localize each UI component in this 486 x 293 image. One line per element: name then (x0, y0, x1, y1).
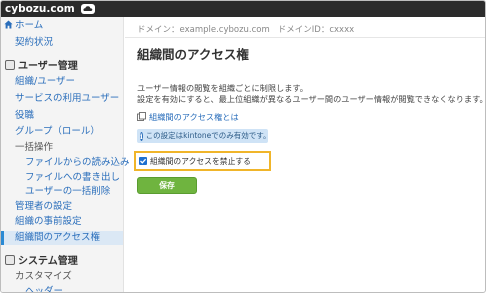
domain-label: ドメイン：example.cybozu.com (137, 25, 270, 35)
disable-access-checkbox[interactable] (139, 157, 147, 165)
sidebar-item-export[interactable]: ファイルへの書き出し (25, 171, 123, 185)
user-admin-icon (5, 60, 15, 70)
notice-text: この設定はkintoneでのみ有効です。 (145, 131, 271, 140)
sidebar-item-bulk-delete[interactable]: ユーザーの一括削除 (25, 185, 123, 199)
sidebar: ホーム 契約状況 ユーザー管理 組織/ユーザー サービスの利用ユーザー 役職 グ… (1, 17, 130, 292)
main-content: ドメイン：example.cybozu.com ドメインID：cxxxx 組織間の… (125, 17, 486, 292)
sidebar-item-org-users[interactable]: 組織/ユーザー (15, 75, 123, 89)
sidebar-item-import[interactable]: ファイルからの読み込み (25, 156, 130, 170)
sidebar-item-label: ホーム (15, 20, 44, 31)
description: ユーザー情報の閲覧を組織ごとに制限します。 設定を有効にすると、最上位組織が異な… (137, 83, 486, 105)
cybozu-logo[interactable]: cybozu.com (5, 3, 75, 15)
app-window: cybozu.com ホーム 契約状況 ユーザー管理 組織/ユーザー サービスの… (0, 0, 486, 293)
sidebar-item-admins[interactable]: 管理者の設定 (15, 200, 123, 214)
sidebar-item-customize: カスタマイズ (15, 271, 72, 282)
page-title: 組織間のアクセス権 (137, 47, 249, 62)
description-line: 設定を有効にすると、最上位組織が異なるユーザー間のユーザー情報が閲覧できなくなり… (137, 94, 486, 104)
sidebar-item-contract[interactable]: 契約状況 (15, 36, 123, 50)
sidebar-item-org-access[interactable]: 組織間のアクセス権 (1, 231, 123, 245)
document-icon (137, 111, 146, 123)
sidebar-item-groups[interactable]: グループ（ロール） (15, 125, 123, 139)
home-icon (4, 20, 13, 34)
sidebar-item-positions[interactable]: 役職 (15, 109, 123, 123)
top-bar: cybozu.com (1, 1, 485, 17)
help-link[interactable]: 組織間のアクセス権とは (137, 111, 239, 123)
system-management-section: システム管理 (5, 255, 127, 269)
sidebar-item-org-presets[interactable]: 組織の事前設定 (15, 215, 123, 229)
save-button[interactable]: 保存 (137, 177, 197, 194)
kintone-notice: i この設定はkintoneでのみ有効です。 (137, 129, 271, 143)
help-link-label: 組織間のアクセス権とは (149, 112, 239, 122)
sidebar-item-home[interactable]: ホーム (4, 19, 126, 33)
divider (125, 37, 485, 38)
sidebar-item-label: 組織間のアクセス権 (15, 232, 101, 243)
sidebar-item-bulk-ops: 一括操作 (15, 142, 54, 153)
cloud-icon (80, 4, 95, 14)
user-management-section: ユーザー管理 (5, 60, 127, 74)
sidebar-item-header[interactable]: ヘッダー (25, 285, 123, 292)
checkbox-highlight: 組織間のアクセスを禁止する (134, 151, 271, 171)
sidebar-item-service-users[interactable]: サービスの利用ユーザー (15, 92, 123, 106)
checkbox-label[interactable]: 組織間のアクセスを禁止する (150, 156, 251, 167)
domain-id-label: ドメインID：cxxxx (277, 25, 355, 35)
description-line: ユーザー情報の閲覧を組織ごとに制限します。 (137, 83, 308, 93)
info-icon: i (140, 131, 143, 141)
domain-info: ドメイン：example.cybozu.com ドメインID：cxxxx (137, 23, 354, 35)
system-admin-icon (5, 255, 15, 265)
